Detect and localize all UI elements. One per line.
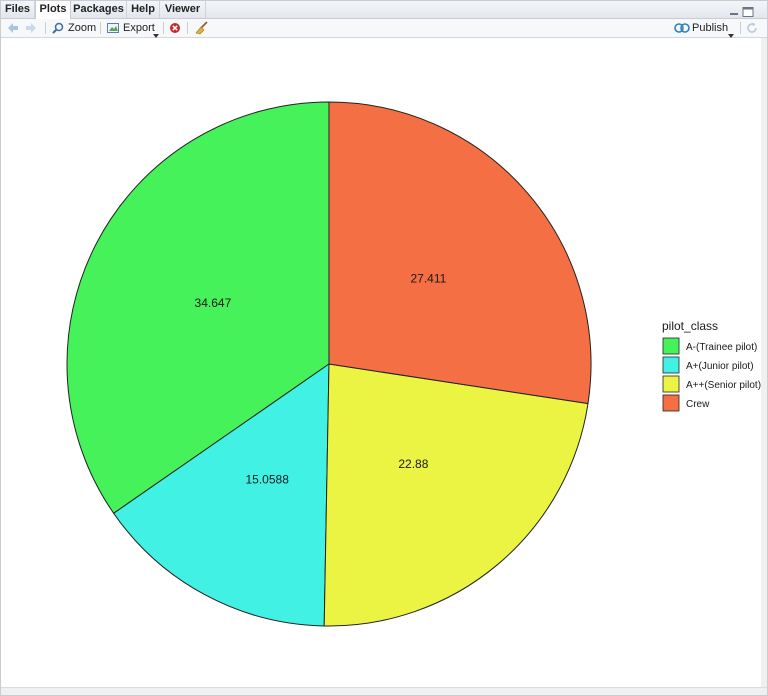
broom-icon[interactable]	[195, 21, 209, 35]
chevron-down-icon[interactable]	[153, 26, 159, 38]
arrow-right-icon[interactable]	[25, 22, 37, 34]
legend-swatch	[662, 394, 680, 412]
toolbar-divider	[187, 22, 188, 34]
tab-packages[interactable]: Packages	[71, 1, 127, 18]
vertical-scrollbar[interactable]	[761, 38, 767, 689]
tab-help[interactable]: Help	[127, 1, 160, 18]
legend-label: A-(Trainee pilot)	[686, 342, 757, 353]
minimize-icon[interactable]	[729, 4, 739, 15]
pie-chart: 34.647 15.0588 22.88 27.411 pilot_class A-(Tr…	[66, 101, 761, 627]
slice-label: 27.411	[410, 272, 446, 286]
toolbar-divider	[100, 22, 101, 34]
legend-label: Crew	[686, 399, 710, 410]
legend-swatch	[662, 375, 680, 393]
export-button[interactable]: Export	[123, 19, 155, 37]
remove-plot-icon[interactable]	[169, 22, 181, 34]
pie-slice	[328, 101, 592, 405]
legend-title: pilot_class	[662, 319, 718, 333]
toolbar-divider	[45, 22, 46, 34]
slice-label: 34.647	[195, 296, 232, 310]
refresh-icon[interactable]	[746, 22, 758, 34]
toolbar-divider	[163, 22, 164, 34]
plots-toolbar: Zoom Export Publish	[1, 19, 767, 38]
legend-label: A++(Senior pilot)	[686, 380, 761, 391]
tab-plots[interactable]: Plots	[35, 1, 71, 19]
tab-viewer[interactable]: Viewer	[160, 1, 206, 18]
plot-area: 34.647 15.0588 22.88 27.411 pilot_class A-(Tr…	[1, 38, 761, 689]
publish-button[interactable]: Publish	[692, 19, 728, 37]
tab-bar: Files Plots Packages Help Viewer	[1, 1, 767, 19]
arrow-left-icon[interactable]	[7, 22, 19, 34]
publish-icon[interactable]	[674, 21, 690, 35]
slice-label: 22.88	[398, 457, 428, 471]
plots-pane: Files Plots Packages Help Viewer Zoom Ex…	[0, 0, 768, 696]
toolbar-divider	[740, 22, 741, 34]
chevron-down-icon[interactable]	[728, 26, 734, 38]
horizontal-scrollbar[interactable]	[1, 687, 767, 695]
legend-swatch	[662, 337, 680, 355]
legend-swatch	[662, 356, 680, 374]
zoom-button[interactable]: Zoom	[68, 19, 96, 37]
legend-label: A+(Junior pilot)	[686, 361, 754, 372]
export-icon[interactable]	[107, 22, 120, 34]
tab-files[interactable]: Files	[1, 1, 35, 18]
maximize-icon[interactable]	[742, 4, 754, 17]
slice-label: 15.0588	[246, 473, 290, 487]
zoom-icon[interactable]	[52, 22, 64, 34]
pie-slice	[323, 363, 589, 627]
